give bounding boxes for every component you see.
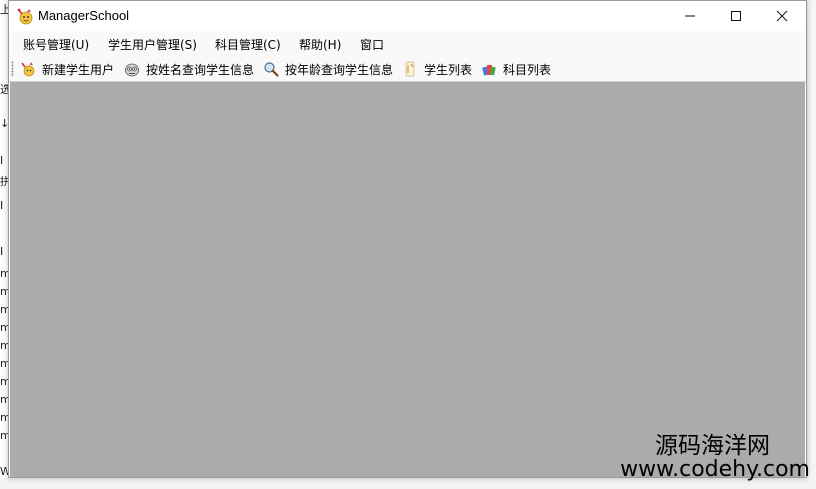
title-bar[interactable]: ManagerSchool [9,1,806,31]
search-by-age-icon [264,62,279,77]
app-icon [17,8,33,25]
tool-bar: 新建学生用户 按姓名查询学生信息 按年龄查询学生信息 学生列表 科目列表 [9,57,806,82]
toolbar-new-student-button[interactable]: 新建学生用户 [20,59,114,79]
toolbar-subject-list-button[interactable]: 科目列表 [481,59,551,79]
toolbar-search-by-name-button[interactable]: 按姓名查询学生信息 [124,59,254,79]
minimize-icon [685,15,695,17]
student-list-icon [405,61,415,77]
menu-subjects[interactable]: 科目管理(C) [215,36,281,53]
menu-student-users[interactable]: 学生用户管理(S) [108,36,197,53]
toolbar-search-by-age-button[interactable]: 按年龄查询学生信息 [263,59,393,79]
menu-help[interactable]: 帮助(H) [299,36,341,53]
watermark-title: 源码海洋网 [655,432,770,459]
menu-bar: 账号管理(U) 学生用户管理(S) 科目管理(C) 帮助(H) 窗口 [9,31,806,57]
toolbar-student-list-button[interactable]: 学生列表 [402,59,472,79]
toolbar-grip[interactable] [11,61,14,77]
menu-account[interactable]: 账号管理(U) [23,36,89,53]
background-right-edge [808,0,816,489]
watermark: 源码海洋网 www.codehy.com [620,434,810,481]
subject-list-icon [482,65,496,76]
minimize-button[interactable] [667,1,713,31]
maximize-button[interactable] [713,1,759,31]
mdi-client-area[interactable] [10,82,805,477]
main-window: ManagerSchool 账号管理(U) 学生用户管理(S) 科目管理(C) … [8,0,807,478]
search-by-name-icon [125,63,139,77]
new-user-icon [21,62,35,77]
close-icon [776,10,788,22]
watermark-url: www.codehy.com [620,456,810,482]
menu-window[interactable]: 窗口 [360,36,384,53]
window-title: ManagerSchool [38,8,130,23]
maximize-icon [731,11,741,21]
close-button[interactable] [759,1,805,31]
